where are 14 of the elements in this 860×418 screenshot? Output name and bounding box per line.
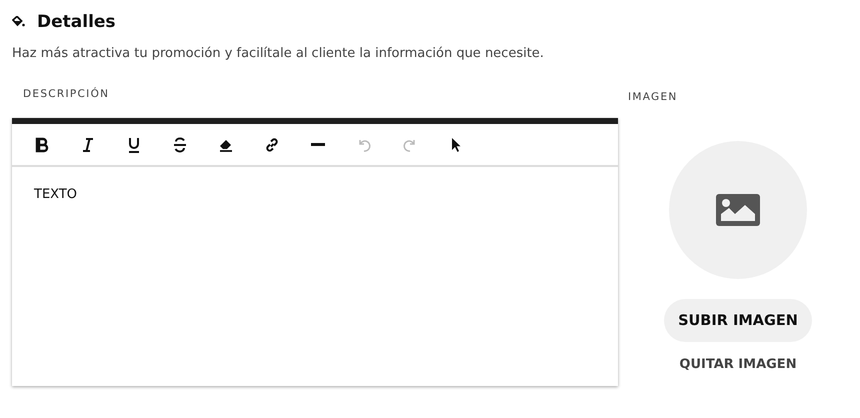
bold-icon [34,136,50,152]
upload-image-button[interactable]: SUBIR IMAGEN [664,299,812,342]
strikethrough-icon [172,136,188,152]
image-icon [716,194,760,226]
link-icon [264,136,280,152]
field-label: IMAGEN [628,91,678,105]
italic-icon [80,136,96,152]
underline-icon [126,136,142,152]
field-label: DESCRIPCIÓN [22,88,110,102]
remove-image-button[interactable]: QUITAR IMAGEN [673,356,803,373]
editor-text[interactable]: TEXTO [34,187,78,202]
section-title: Detalles [37,12,116,32]
section-description: Haz más atractiva tu promoción y facilítale al cliente la información que necesite. [12,46,545,61]
paint-bucket-icon [12,16,25,28]
